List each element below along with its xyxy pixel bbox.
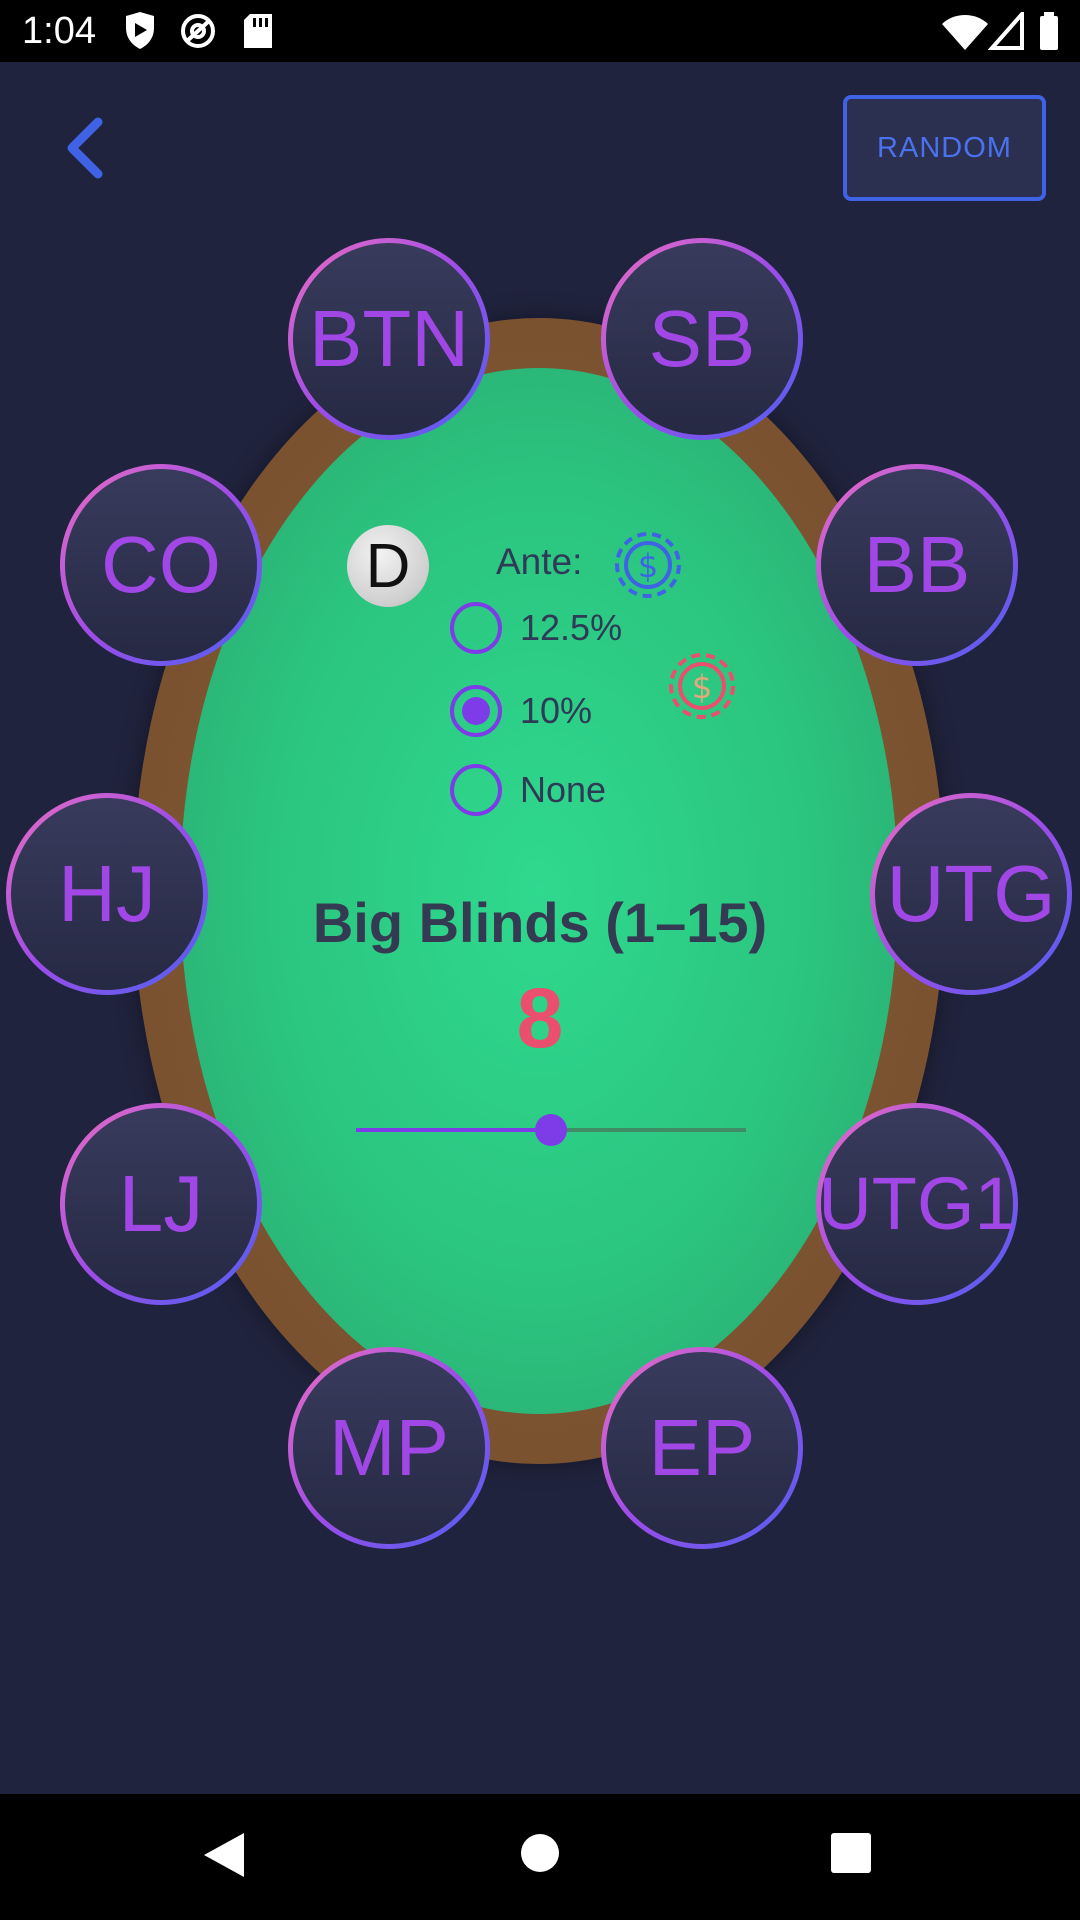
chip-icon: $: [669, 653, 735, 719]
nav-back-icon[interactable]: [202, 1831, 246, 1879]
seat-label: HJ: [58, 849, 156, 938]
slider-thumb[interactable]: [535, 1114, 567, 1146]
back-icon[interactable]: [52, 112, 122, 182]
radio-button[interactable]: [450, 764, 502, 816]
radio-label: None: [520, 769, 607, 810]
battery-icon: [1040, 16, 1058, 50]
status-system-icons: [942, 12, 1058, 50]
seat-label: BTN: [309, 294, 469, 383]
seat-co[interactable]: CO: [60, 464, 262, 666]
wifi-icon: [942, 15, 988, 50]
big-blinds-title: Big Blinds (1–15): [312, 891, 768, 954]
radio-label: 10%: [520, 690, 593, 731]
seat-label: UTG1: [818, 1162, 1016, 1245]
seat-sb[interactable]: SB: [601, 238, 803, 440]
seat-label: EP: [648, 1403, 756, 1492]
seat-hj[interactable]: HJ: [6, 793, 208, 995]
ante-label: Ante:: [496, 541, 583, 582]
seat-ep[interactable]: EP: [601, 1347, 803, 1549]
ante-option-12-5[interactable]: 12.5%: [450, 600, 622, 656]
ante-option-none[interactable]: None: [450, 762, 606, 818]
seat-utg[interactable]: UTG: [870, 793, 1072, 995]
ante-chip-icon: $: [615, 532, 681, 598]
big-blinds-slider[interactable]: [356, 1114, 746, 1146]
svg-text:$: $: [692, 668, 712, 706]
radio-button-selected[interactable]: [450, 685, 502, 737]
seat-label: SB: [648, 294, 756, 383]
slider-fill: [356, 1128, 551, 1132]
svg-text:$: $: [638, 547, 658, 585]
nav-recents-icon[interactable]: [830, 1832, 872, 1874]
radio-label: 12.5%: [520, 607, 623, 648]
seat-bb[interactable]: BB: [816, 464, 1018, 666]
seat-label: BB: [863, 520, 971, 609]
dealer-button: D: [347, 525, 429, 607]
signal-icon: [987, 12, 1024, 50]
seat-utg1[interactable]: UTG1: [816, 1103, 1018, 1305]
big-blinds-value: 8: [516, 971, 564, 1065]
seat-label: UTG: [886, 849, 1056, 938]
shield-icon: [126, 12, 154, 49]
seat-label: MP: [329, 1403, 449, 1492]
status-bar: 1:04: [0, 0, 1080, 62]
status-time: 1:04: [22, 10, 96, 52]
radio-button[interactable]: [450, 602, 502, 654]
sd-card-icon: [244, 14, 272, 48]
random-button[interactable]: RANDOM: [843, 95, 1046, 201]
seat-btn[interactable]: BTN: [288, 238, 490, 440]
status-notification-icons: [126, 12, 272, 49]
navigation-bar: [0, 1794, 1080, 1920]
ante-option-10[interactable]: 10%: [450, 683, 592, 739]
nav-home-icon[interactable]: [520, 1833, 560, 1873]
seat-label: LJ: [118, 1159, 204, 1248]
seat-lj[interactable]: LJ: [60, 1103, 262, 1305]
at-sign-icon: [181, 14, 215, 48]
seat-label: CO: [101, 520, 221, 609]
seat-mp[interactable]: MP: [288, 1347, 490, 1549]
